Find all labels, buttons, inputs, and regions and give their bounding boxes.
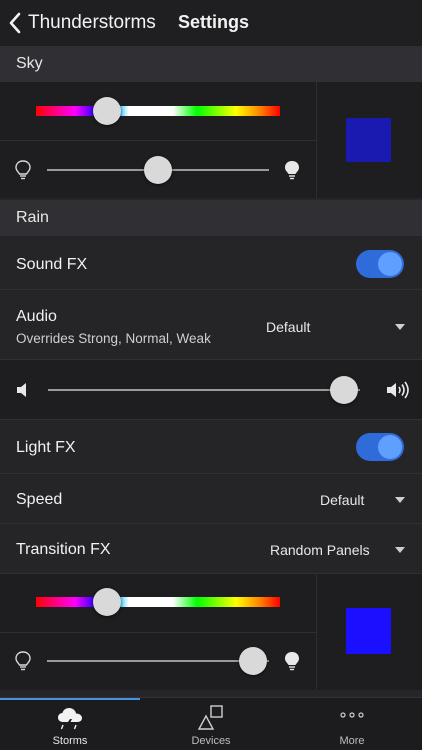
active-tab-indicator bbox=[0, 698, 140, 700]
volume-row bbox=[0, 360, 422, 420]
sky-slider-area bbox=[0, 82, 316, 198]
tab-more[interactable]: More bbox=[282, 698, 422, 750]
rain-slider-area bbox=[0, 574, 316, 690]
bulb-bright-icon bbox=[285, 652, 299, 671]
back-label: Thunderstorms bbox=[28, 12, 156, 33]
chevron-down-icon bbox=[395, 324, 405, 330]
audio-label: Audio bbox=[16, 308, 57, 325]
section-title-sky: Sky bbox=[16, 55, 43, 72]
tab-devices-label: Devices bbox=[191, 735, 231, 747]
tab-storms-label: Storms bbox=[52, 735, 88, 747]
light-fx-label: Light FX bbox=[16, 439, 76, 456]
divider bbox=[0, 140, 316, 141]
chevron-left-icon bbox=[9, 12, 21, 34]
tab-more-label: More bbox=[339, 735, 365, 747]
tab-storms[interactable]: Storms bbox=[0, 698, 140, 750]
toggle-knob bbox=[378, 252, 402, 276]
volume-thumb[interactable] bbox=[330, 376, 359, 404]
navigation-bar: Thunderstorms Settings bbox=[0, 0, 422, 46]
speed-select-value: Default bbox=[320, 492, 365, 508]
audio-select[interactable]: Default bbox=[266, 317, 410, 337]
transition-fx-select-value: Random Panels bbox=[270, 542, 370, 558]
storm-cloud-icon bbox=[58, 708, 82, 731]
speed-row: Speed Default bbox=[0, 474, 422, 524]
transition-fx-row: Transition FX Random Panels bbox=[0, 524, 422, 574]
audio-select-value: Default bbox=[266, 319, 311, 335]
rain-swatch-area bbox=[316, 574, 422, 690]
rain-hue-thumb[interactable] bbox=[92, 588, 121, 616]
volume-slider[interactable] bbox=[48, 389, 360, 391]
volume-high-icon bbox=[387, 381, 409, 399]
volume-low-icon bbox=[17, 383, 26, 397]
sound-fx-row: Sound FX bbox=[0, 236, 422, 290]
chevron-down-icon bbox=[395, 547, 405, 553]
more-dots-icon bbox=[340, 712, 364, 718]
light-fx-row: Light FX bbox=[0, 420, 422, 474]
bulb-dim-icon bbox=[15, 160, 31, 180]
sky-hue-slider[interactable] bbox=[36, 106, 280, 116]
rain-hue-slider[interactable] bbox=[36, 597, 280, 607]
section-title-rain: Rain bbox=[16, 209, 49, 226]
tab-devices[interactable]: Devices bbox=[141, 698, 281, 750]
toggle-knob bbox=[378, 435, 402, 459]
sky-color-panel bbox=[0, 82, 422, 198]
light-fx-toggle[interactable] bbox=[356, 433, 404, 461]
chevron-down-icon bbox=[395, 497, 405, 503]
sound-fx-label: Sound FX bbox=[16, 256, 88, 273]
section-header-sky: Sky bbox=[0, 46, 422, 82]
page-title: Settings bbox=[178, 12, 250, 32]
audio-sublabel: Overrides Strong, Normal, Weak bbox=[16, 331, 211, 346]
sound-fx-toggle[interactable] bbox=[356, 250, 404, 278]
bulb-bright-icon bbox=[285, 161, 299, 180]
divider bbox=[0, 632, 316, 633]
back-button[interactable]: Thunderstorms bbox=[8, 10, 156, 36]
tab-bar: Storms Devices More bbox=[0, 697, 422, 750]
section-header-rain: Rain bbox=[0, 200, 422, 236]
transition-fx-label: Transition FX bbox=[16, 541, 111, 558]
transition-fx-select[interactable]: Random Panels bbox=[270, 540, 410, 560]
audio-row: Audio Overrides Strong, Normal, Weak Def… bbox=[0, 290, 422, 360]
rain-color-panel bbox=[0, 574, 422, 690]
sky-brightness-thumb[interactable] bbox=[144, 156, 172, 184]
rain-brightness-slider[interactable] bbox=[47, 660, 269, 662]
speed-select[interactable]: Default bbox=[320, 490, 410, 510]
rain-brightness-thumb[interactable] bbox=[239, 647, 268, 675]
speed-label: Speed bbox=[16, 491, 63, 508]
devices-icon bbox=[197, 705, 223, 730]
sky-color-swatch[interactable] bbox=[346, 118, 391, 162]
sky-hue-thumb[interactable] bbox=[92, 97, 121, 125]
rain-color-swatch[interactable] bbox=[346, 608, 391, 654]
sky-swatch-area bbox=[316, 82, 422, 198]
bulb-dim-icon bbox=[15, 651, 31, 671]
